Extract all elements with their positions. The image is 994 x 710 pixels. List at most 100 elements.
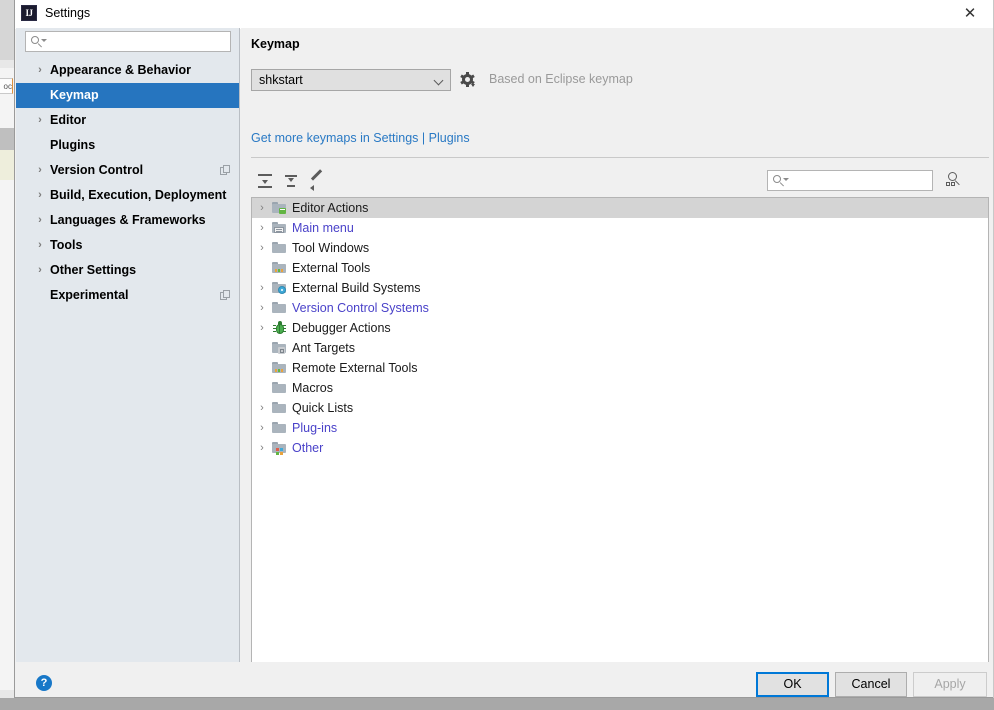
tree-row[interactable]: › Tool Windows [252,238,988,258]
edit-shortcut-button[interactable] [305,169,329,193]
tree-row-label: Remote External Tools [292,361,418,375]
sidebar-item-tools[interactable]: › Tools [16,233,239,258]
chevron-right-icon[interactable]: › [34,208,46,233]
tree-row[interactable]: Remote External Tools [252,358,988,378]
chevron-right-icon[interactable]: › [256,278,268,298]
sidebar-item-appearance-behavior[interactable]: › Appearance & Behavior [16,58,239,83]
sidebar-search-input[interactable] [48,32,228,53]
desktop-bottom-shadow [0,698,994,710]
sidebar-item-label: Languages & Frameworks [50,213,206,227]
tree-row[interactable]: › Other [252,438,988,458]
tree-row-label: Editor Actions [292,201,369,215]
tree-row-label: Other [292,441,324,455]
find-by-shortcut-icon [946,172,962,188]
gear-icon [460,72,475,87]
sidebar-item-experimental[interactable]: Experimental [16,283,239,308]
chevron-right-icon[interactable]: › [34,158,46,183]
keymap-action-tree[interactable]: › Editor Actions › Main menu › Tool Windows Ex… [251,197,989,662]
keymap-select-value: shkstart [259,73,303,87]
bg-toolbar-area [0,0,14,60]
folder-menu-icon [272,221,287,235]
based-on-keymap-label: Based on Eclipse keymap [489,72,633,86]
chevron-down-icon [435,77,443,85]
keymap-search-input[interactable] [790,171,932,192]
collapse-all-button[interactable] [279,169,303,193]
search-icon [31,35,47,49]
sidebar-category-list: › Appearance & Behavior Keymap › Editor Plugi… [16,58,239,308]
tree-row[interactable]: › External Build Systems [252,278,988,298]
bg-gray-band [0,128,14,150]
expand-all-button[interactable] [253,169,277,193]
section-divider [251,157,989,158]
sidebar-item-label: Appearance & Behavior [50,63,192,77]
settings-dialog: IJ Settings ✕ › Appearance & Behavior Keym… [14,0,994,698]
folder-icon [272,301,287,315]
chevron-right-icon[interactable]: › [256,318,268,338]
sidebar-item-label: Build, Execution, Deployment [50,188,227,202]
expand-all-icon [258,174,272,188]
sidebar-item-label: Version Control [50,163,144,177]
sidebar-item-label: Other Settings [50,263,137,277]
pencil-icon [310,169,325,191]
close-icon[interactable]: ✕ [947,0,993,28]
sidebar-item-keymap[interactable]: Keymap [16,83,239,108]
sidebar-item-plugins[interactable]: Plugins [16,133,239,158]
ok-button[interactable]: OK [756,672,829,697]
chevron-right-icon[interactable]: › [256,398,268,418]
chevron-right-icon[interactable]: › [256,418,268,438]
apply-button[interactable]: Apply [913,672,987,697]
copy-settings-icon [220,290,231,301]
tree-row-label: Macros [292,381,333,395]
tree-row[interactable]: Macros [252,378,988,398]
keymap-search-box[interactable] [767,170,933,192]
chevron-right-icon[interactable]: › [34,258,46,283]
intellij-logo-icon: IJ [21,5,37,21]
tree-row[interactable]: › Plug-ins [252,418,988,438]
chevron-right-icon[interactable]: › [34,183,46,208]
bug-icon [272,321,287,335]
cancel-button[interactable]: Cancel [835,672,907,697]
tree-row[interactable]: Ant Targets [252,338,988,358]
tree-row[interactable]: › Main menu [252,218,988,238]
find-by-shortcut-button[interactable] [943,169,965,191]
settings-sidebar: › Appearance & Behavior Keymap › Editor Plugi… [16,28,240,662]
folder-ant-icon [272,341,287,355]
chevron-right-icon[interactable]: › [256,298,268,318]
sidebar-item-label: Keymap [50,88,99,102]
chevron-right-icon[interactable]: › [34,58,46,83]
sidebar-item-build-execution-deployment[interactable]: › Build, Execution, Deployment [16,183,239,208]
chevron-right-icon[interactable]: › [34,233,46,258]
dialog-title: Settings [45,6,91,20]
chevron-right-icon[interactable]: › [256,238,268,258]
keymap-select[interactable]: shkstart [251,69,451,91]
folder-multi-icon [272,441,287,455]
dialog-footer: ? OK Cancel Apply [16,662,993,697]
folder-cog-icon [272,281,287,295]
copy-settings-icon [220,165,231,176]
tree-row-label: Version Control Systems [292,301,429,315]
folder-dots-icon [272,261,287,275]
keymap-settings-button[interactable] [459,71,479,91]
sidebar-search-box[interactable] [25,31,231,53]
sidebar-item-editor[interactable]: › Editor [16,108,239,133]
sidebar-item-languages-frameworks[interactable]: › Languages & Frameworks [16,208,239,233]
tree-row[interactable]: External Tools [252,258,988,278]
bg-tool-strip [0,60,14,68]
get-more-keymaps-link[interactable]: Get more keymaps in Settings | Plugins [251,131,470,145]
sidebar-item-other-settings[interactable]: › Other Settings [16,258,239,283]
tree-row[interactable]: › Debugger Actions [252,318,988,338]
chevron-right-icon[interactable]: › [256,198,268,218]
tree-row-label: External Tools [292,261,371,275]
tree-row[interactable]: › Quick Lists [252,398,988,418]
sidebar-item-version-control[interactable]: › Version Control [16,158,239,183]
page-title: Keymap [251,37,300,51]
tree-row[interactable]: › Editor Actions [252,198,988,218]
tree-row[interactable]: › Version Control Systems [252,298,988,318]
tree-row-label: Quick Lists [292,401,354,415]
chevron-right-icon[interactable]: › [256,218,268,238]
folder-dots-icon [272,361,287,375]
tree-row-label: Debugger Actions [292,321,391,335]
chevron-right-icon[interactable]: › [256,438,268,458]
chevron-right-icon[interactable]: › [34,108,46,133]
help-icon[interactable]: ? [36,675,52,691]
